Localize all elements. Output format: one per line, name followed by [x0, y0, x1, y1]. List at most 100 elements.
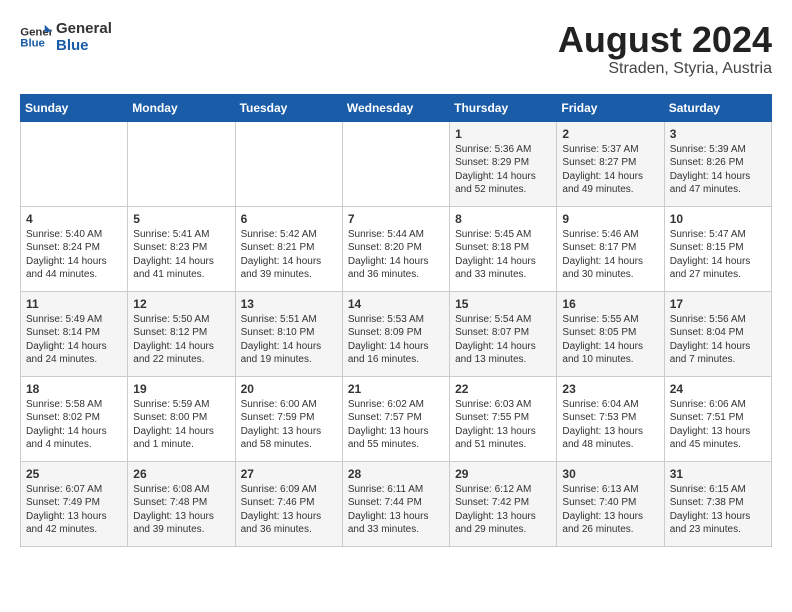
calendar-cell: 20 Sunrise: 6:00 AM Sunset: 7:59 PM Dayli…	[235, 376, 342, 461]
day-number: 21	[348, 382, 444, 396]
day-number: 7	[348, 212, 444, 226]
day-number: 14	[348, 297, 444, 311]
cell-content: Sunrise: 5:44 AM Sunset: 8:20 PM Dayligh…	[348, 228, 444, 282]
calendar-cell: 21Sunrise: 6:02 AM Sunset: 7:57 PM Dayli…	[342, 376, 449, 461]
calendar-cell: 12Sunrise: 5:50 AM Sunset: 8:12 PM Dayli…	[128, 291, 235, 376]
weekday-header: Friday	[557, 94, 664, 121]
cell-content: Sunrise: 5:49 AM Sunset: 8:14 PM Dayligh…	[26, 313, 122, 367]
calendar-cell: 15Sunrise: 5:54 AM Sunset: 8:07 PM Dayli…	[450, 291, 557, 376]
day-number: 1	[455, 127, 551, 141]
cell-content: Sunrise: 5:54 AM Sunset: 8:07 PM Dayligh…	[455, 313, 551, 367]
calendar-week-row: 18 Sunrise: 5:58 AM Sunset: 8:02 PM Dayli…	[21, 376, 772, 461]
cell-content: Sunrise: 6:06 AM Sunset: 7:51 PM Dayligh…	[670, 398, 766, 452]
calendar-header-row: SundayMondayTuesdayWednesdayThursdayFrid…	[21, 94, 772, 121]
day-number: 28	[348, 467, 444, 481]
cell-content: Sunrise: 5:55 AM Sunset: 8:05 PM Dayligh…	[562, 313, 658, 367]
day-number: 9	[562, 212, 658, 226]
calendar-cell: 31Sunrise: 6:15 AM Sunset: 7:38 PM Dayli…	[664, 461, 771, 546]
calendar-cell	[235, 121, 342, 206]
cell-content: Sunrise: 5:46 AM Sunset: 8:17 PM Dayligh…	[562, 228, 658, 282]
logo-line2: Blue	[56, 37, 112, 54]
calendar-cell: 27Sunrise: 6:09 AM Sunset: 7:46 PM Dayli…	[235, 461, 342, 546]
day-number: 22	[455, 382, 551, 396]
day-number: 13	[241, 297, 337, 311]
calendar-cell: 19 Sunrise: 5:59 AM Sunset: 8:00 PM Dayli…	[128, 376, 235, 461]
cell-content: Sunrise: 6:09 AM Sunset: 7:46 PM Dayligh…	[241, 483, 337, 537]
day-number: 25	[26, 467, 122, 481]
cell-content: Sunrise: 5:47 AM Sunset: 8:15 PM Dayligh…	[670, 228, 766, 282]
weekday-header: Tuesday	[235, 94, 342, 121]
day-number: 17	[670, 297, 766, 311]
calendar-week-row: 1 Sunrise: 5:36 AM Sunset: 8:29 PM Daylig…	[21, 121, 772, 206]
cell-content: Sunrise: 6:00 AM Sunset: 7:59 PM Dayligh…	[241, 398, 337, 452]
day-number: 6	[241, 212, 337, 226]
calendar-cell: 11 Sunrise: 5:49 AM Sunset: 8:14 PM Dayli…	[21, 291, 128, 376]
weekday-header: Saturday	[664, 94, 771, 121]
cell-content: Sunrise: 5:41 AM Sunset: 8:23 PM Dayligh…	[133, 228, 229, 282]
cell-content: Sunrise: 5:42 AM Sunset: 8:21 PM Dayligh…	[241, 228, 337, 282]
day-number: 16	[562, 297, 658, 311]
cell-content: Sunrise: 5:40 AM Sunset: 8:24 PM Dayligh…	[26, 228, 122, 282]
day-number: 26	[133, 467, 229, 481]
day-number: 30	[562, 467, 658, 481]
cell-content: Sunrise: 5:36 AM Sunset: 8:29 PM Dayligh…	[455, 143, 551, 197]
calendar-cell: 7 Sunrise: 5:44 AM Sunset: 8:20 PM Daylig…	[342, 206, 449, 291]
calendar-cell: 10 Sunrise: 5:47 AM Sunset: 8:15 PM Dayli…	[664, 206, 771, 291]
day-number: 23	[562, 382, 658, 396]
calendar-cell: 28Sunrise: 6:11 AM Sunset: 7:44 PM Dayli…	[342, 461, 449, 546]
weekday-header: Sunday	[21, 94, 128, 121]
cell-content: Sunrise: 6:04 AM Sunset: 7:53 PM Dayligh…	[562, 398, 658, 452]
calendar-cell: 3 Sunrise: 5:39 AM Sunset: 8:26 PM Daylig…	[664, 121, 771, 206]
day-number: 12	[133, 297, 229, 311]
cell-content: Sunrise: 6:03 AM Sunset: 7:55 PM Dayligh…	[455, 398, 551, 452]
day-number: 29	[455, 467, 551, 481]
day-number: 3	[670, 127, 766, 141]
day-number: 18	[26, 382, 122, 396]
month-year: August 2024	[558, 20, 772, 60]
logo-icon: General Blue	[20, 23, 52, 51]
calendar-cell: 14Sunrise: 5:53 AM Sunset: 8:09 PM Dayli…	[342, 291, 449, 376]
calendar-week-row: 4 Sunrise: 5:40 AM Sunset: 8:24 PM Daylig…	[21, 206, 772, 291]
day-number: 24	[670, 382, 766, 396]
cell-content: Sunrise: 5:45 AM Sunset: 8:18 PM Dayligh…	[455, 228, 551, 282]
svg-text:Blue: Blue	[20, 38, 45, 50]
day-number: 5	[133, 212, 229, 226]
day-number: 11	[26, 297, 122, 311]
day-number: 19	[133, 382, 229, 396]
calendar-cell: 9 Sunrise: 5:46 AM Sunset: 8:17 PM Daylig…	[557, 206, 664, 291]
logo: General Blue General Blue	[20, 20, 112, 55]
calendar-cell: 18 Sunrise: 5:58 AM Sunset: 8:02 PM Dayli…	[21, 376, 128, 461]
cell-content: Sunrise: 6:07 AM Sunset: 7:49 PM Dayligh…	[26, 483, 122, 537]
day-number: 10	[670, 212, 766, 226]
calendar-cell: 22 Sunrise: 6:03 AM Sunset: 7:55 PM Dayli…	[450, 376, 557, 461]
weekday-header: Thursday	[450, 94, 557, 121]
cell-content: Sunrise: 5:58 AM Sunset: 8:02 PM Dayligh…	[26, 398, 122, 452]
day-number: 8	[455, 212, 551, 226]
day-number: 4	[26, 212, 122, 226]
calendar-cell: 2Sunrise: 5:37 AM Sunset: 8:27 PM Daylig…	[557, 121, 664, 206]
cell-content: Sunrise: 5:59 AM Sunset: 8:00 PM Dayligh…	[133, 398, 229, 452]
day-number: 20	[241, 382, 337, 396]
cell-content: Sunrise: 6:12 AM Sunset: 7:42 PM Dayligh…	[455, 483, 551, 537]
calendar-cell: 5 Sunrise: 5:41 AM Sunset: 8:23 PM Daylig…	[128, 206, 235, 291]
calendar-cell: 6 Sunrise: 5:42 AM Sunset: 8:21 PM Daylig…	[235, 206, 342, 291]
calendar-cell: 1 Sunrise: 5:36 AM Sunset: 8:29 PM Daylig…	[450, 121, 557, 206]
calendar-cell: 30 Sunrise: 6:13 AM Sunset: 7:40 PM Dayli…	[557, 461, 664, 546]
cell-content: Sunrise: 5:39 AM Sunset: 8:26 PM Dayligh…	[670, 143, 766, 197]
logo-line1: General	[56, 20, 112, 37]
cell-content: Sunrise: 6:13 AM Sunset: 7:40 PM Dayligh…	[562, 483, 658, 537]
calendar-cell: 24 Sunrise: 6:06 AM Sunset: 7:51 PM Dayli…	[664, 376, 771, 461]
cell-content: Sunrise: 6:15 AM Sunset: 7:38 PM Dayligh…	[670, 483, 766, 537]
calendar-cell	[342, 121, 449, 206]
calendar-week-row: 25 Sunrise: 6:07 AM Sunset: 7:49 PM Dayli…	[21, 461, 772, 546]
location: Straden, Styria, Austria	[558, 60, 772, 78]
weekday-header: Wednesday	[342, 94, 449, 121]
calendar-cell: 8 Sunrise: 5:45 AM Sunset: 8:18 PM Daylig…	[450, 206, 557, 291]
calendar-cell: 17 Sunrise: 5:56 AM Sunset: 8:04 PM Dayli…	[664, 291, 771, 376]
calendar-cell: 25 Sunrise: 6:07 AM Sunset: 7:49 PM Dayli…	[21, 461, 128, 546]
cell-content: Sunrise: 5:56 AM Sunset: 8:04 PM Dayligh…	[670, 313, 766, 367]
cell-content: Sunrise: 6:08 AM Sunset: 7:48 PM Dayligh…	[133, 483, 229, 537]
cell-content: Sunrise: 5:37 AM Sunset: 8:27 PM Dayligh…	[562, 143, 658, 197]
page-header: General Blue General Blue August 2024 St…	[20, 20, 772, 78]
calendar-cell: 4 Sunrise: 5:40 AM Sunset: 8:24 PM Daylig…	[21, 206, 128, 291]
